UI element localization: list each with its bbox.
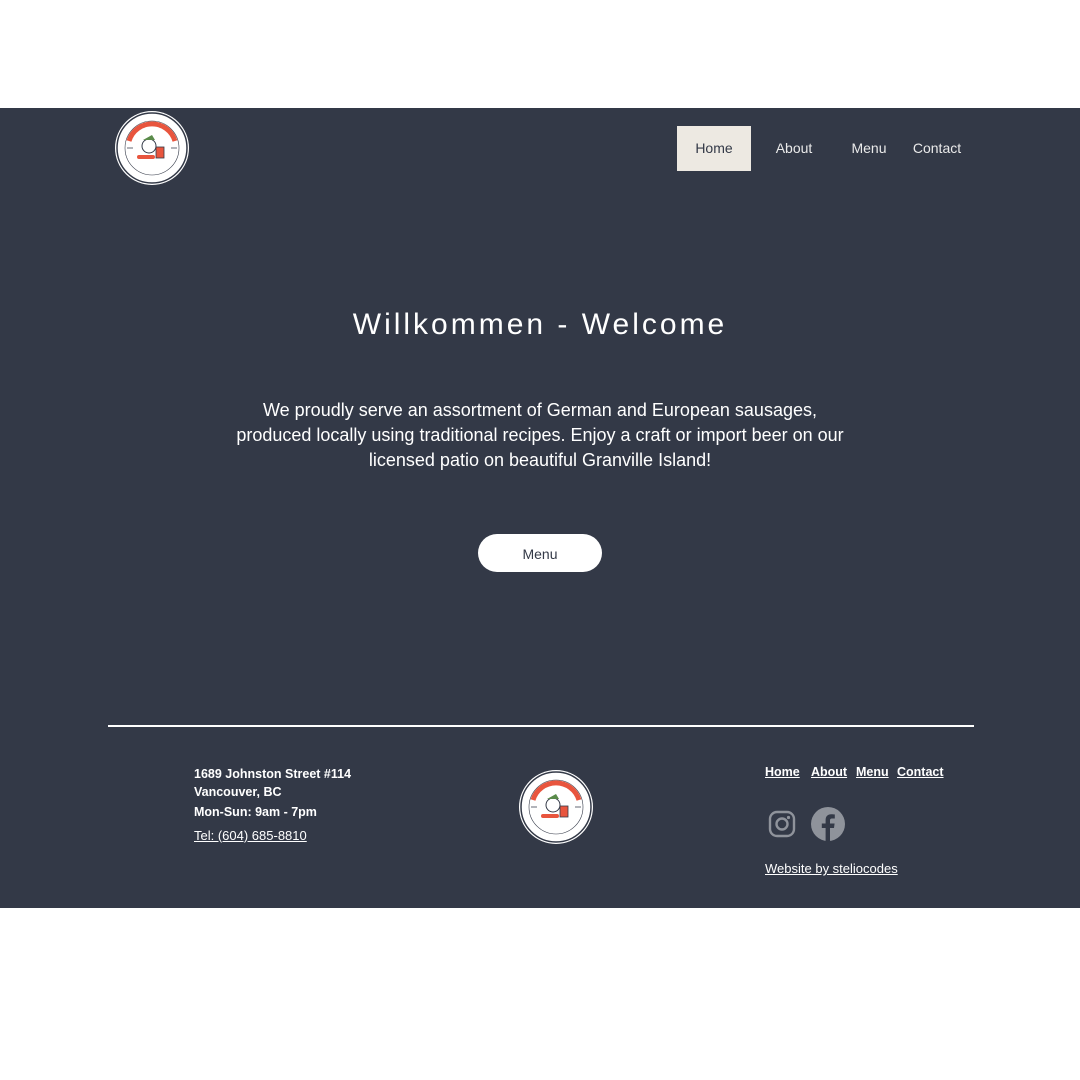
footer-nav-about[interactable]: About [811,765,847,779]
footer-logo[interactable] [519,770,593,844]
website-credit-link[interactable]: Website by steliocodes [765,861,898,876]
nav-menu[interactable]: Menu [839,126,899,171]
footer-divider [108,725,974,727]
instagram-icon[interactable] [765,807,799,841]
logo-graphic [520,771,592,843]
nav-about[interactable]: About [761,126,827,171]
address-city: Vancouver, BC [194,785,282,799]
site-container: Home About Menu Contact Willkommen - Wel… [0,108,1080,908]
facebook-icon[interactable] [811,807,845,841]
nav-contact[interactable]: Contact [907,126,967,171]
nav-home[interactable]: Home [677,126,751,171]
opening-hours: Mon-Sun: 9am - 7pm [194,805,317,819]
header-logo[interactable] [115,111,189,185]
hero-title: Willkommen - Welcome [352,308,728,341]
footer-address: 1689 Johnston Street #114 Vancouver, BC … [194,765,351,821]
logo-graphic [116,112,188,184]
address-street: 1689 Johnston Street #114 [194,767,352,781]
phone-link[interactable]: Tel: (604) 685-8810 [194,828,307,843]
menu-button[interactable]: Menu [478,534,602,572]
footer-nav-contact[interactable]: Contact [897,765,944,779]
footer-nav-home[interactable]: Home [765,765,800,779]
footer-nav-menu[interactable]: Menu [856,765,889,779]
hero-description: We proudly serve an assortment of German… [236,400,844,470]
